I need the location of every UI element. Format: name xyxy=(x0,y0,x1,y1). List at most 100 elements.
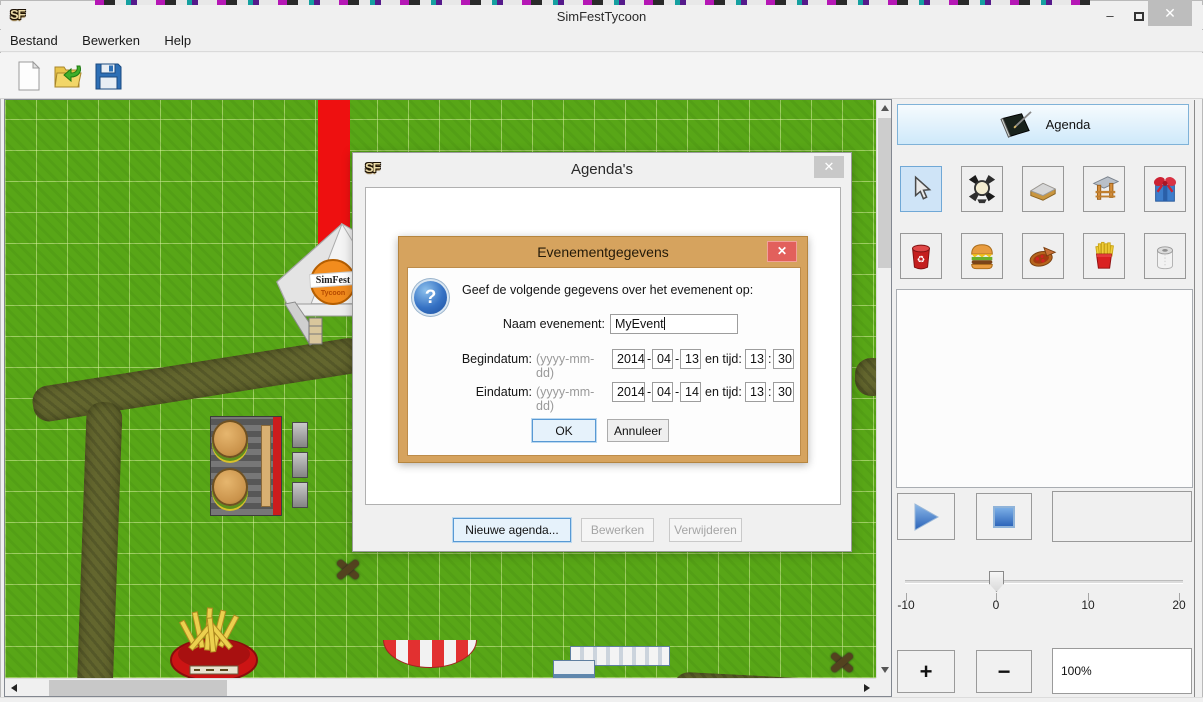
play-button[interactable] xyxy=(897,493,955,540)
time-label: en tijd: xyxy=(705,352,742,366)
agenda-button-label: Agenda xyxy=(1046,117,1091,132)
menu-bewerken[interactable]: Bewerken xyxy=(72,30,150,52)
dirt-path-left xyxy=(75,401,123,678)
cancel-button[interactable]: Annuleer xyxy=(607,419,669,442)
zoom-out-button[interactable]: − xyxy=(976,650,1032,693)
tool-toilet-paper[interactable] xyxy=(1144,233,1186,279)
begin-minute-input[interactable]: 30 xyxy=(773,349,794,369)
begin-hour-input[interactable]: 13 xyxy=(745,349,766,369)
name-label: Naam evenement: xyxy=(408,317,605,331)
scroll-right-icon[interactable] xyxy=(864,684,870,692)
tool-select-cursor[interactable] xyxy=(900,166,942,212)
stage-floor-icon xyxy=(1028,174,1058,204)
svg-text:SimFest: SimFest xyxy=(316,275,351,286)
wooden-cross-marker[interactable] xyxy=(829,649,855,675)
question-icon: ? xyxy=(414,281,447,314)
save-floppy-icon[interactable] xyxy=(92,60,124,92)
spotlight-icon xyxy=(967,174,997,204)
begin-month-input[interactable]: 04 xyxy=(652,349,673,369)
event-prompt: Geef de volgende gegevens over het eveme… xyxy=(462,283,753,297)
burger-roof xyxy=(212,420,248,458)
tool-gift[interactable] xyxy=(1144,166,1186,212)
fries-stand[interactable] xyxy=(168,604,260,678)
date-format-hint: (yyyy-mm-dd) xyxy=(536,352,610,380)
stage-structure-icon xyxy=(1089,174,1119,204)
begin-date-row: Begindatum: (yyyy-mm-dd) 2014 - 04 - 13 … xyxy=(408,349,802,369)
scroll-thumb[interactable] xyxy=(878,118,891,268)
agenda-button[interactable]: Agenda xyxy=(897,104,1189,145)
begin-day-input[interactable]: 13 xyxy=(680,349,701,369)
svg-text:♻: ♻ xyxy=(917,255,925,266)
close-icon[interactable]: ✕ xyxy=(814,156,844,178)
scroll-left-icon[interactable] xyxy=(11,684,17,692)
scroll-up-icon[interactable] xyxy=(881,105,889,111)
new-file-icon[interactable] xyxy=(13,60,45,92)
event-name-input[interactable]: MyEvent xyxy=(610,314,738,334)
window-title: SimFestTycoon xyxy=(0,5,1203,29)
open-folder-icon[interactable] xyxy=(52,60,84,92)
stand-counter-plank xyxy=(261,425,271,507)
tool-spotlight[interactable] xyxy=(961,166,1003,212)
end-year-input[interactable]: 2014 xyxy=(612,382,645,402)
edit-agenda-button[interactable]: Bewerken xyxy=(581,518,654,542)
begin-label: Begindatum: xyxy=(408,352,532,366)
zoom-level-field[interactable]: 100% xyxy=(1052,648,1192,694)
time-separator: : xyxy=(768,385,771,399)
status-bar xyxy=(0,697,1203,702)
play-icon xyxy=(911,502,941,532)
tool-hamburger[interactable] xyxy=(961,233,1003,279)
scroll-thumb[interactable] xyxy=(49,680,227,696)
new-agenda-button[interactable]: Nieuwe agenda... xyxy=(453,518,571,542)
zoom-in-button[interactable]: + xyxy=(897,650,955,693)
agenda-book-icon xyxy=(996,110,1036,140)
delete-agenda-button[interactable]: Verwijderen xyxy=(669,518,742,542)
tool-trash-bin[interactable]: ♻ xyxy=(900,233,942,279)
menu-bestand[interactable]: Bestand xyxy=(0,30,68,52)
slider-label: 10 xyxy=(1068,598,1108,612)
app-window: SF SimFestTycoon – ✕ Bestand Bewerken He… xyxy=(0,0,1203,702)
dirt-path-stub xyxy=(855,358,876,396)
end-minute-input[interactable]: 30 xyxy=(773,382,794,402)
toilet-block[interactable] xyxy=(553,660,595,678)
striped-tent-roof[interactable] xyxy=(383,640,477,668)
time-label: en tijd: xyxy=(705,385,742,399)
begin-year-input[interactable]: 2014 xyxy=(612,349,645,369)
stand-counter-edge xyxy=(273,417,281,515)
tool-fries[interactable] xyxy=(1083,233,1125,279)
tool-pizza[interactable] xyxy=(1022,233,1064,279)
ok-button[interactable]: OK xyxy=(532,419,596,442)
event-name-row: Naam evenement: MyEvent xyxy=(408,314,802,334)
speed-slider-handle[interactable] xyxy=(989,571,1004,592)
bench[interactable] xyxy=(292,422,308,512)
wooden-cross-marker[interactable] xyxy=(335,556,361,582)
agenda-listbox[interactable] xyxy=(896,289,1193,488)
tent-logo: SimFest Tycoon xyxy=(310,260,357,304)
time-separator: : xyxy=(768,352,771,366)
hamburger-icon xyxy=(967,241,997,271)
map-vertical-scrollbar[interactable] xyxy=(876,100,891,678)
playback-status-box xyxy=(1052,491,1192,542)
toolbar xyxy=(0,53,1203,99)
minimize-icon[interactable]: – xyxy=(1097,5,1123,28)
scroll-down-icon[interactable] xyxy=(881,667,889,673)
end-day-input[interactable]: 14 xyxy=(680,382,701,402)
pizza-icon xyxy=(1028,241,1058,271)
fries-icon xyxy=(1089,241,1119,271)
scrollbar-corner xyxy=(876,678,891,696)
tool-stage-floor[interactable] xyxy=(1022,166,1064,212)
stop-button[interactable] xyxy=(976,493,1032,540)
dirt-path-top xyxy=(30,336,367,424)
stop-icon xyxy=(992,505,1016,529)
menu-help[interactable]: Help xyxy=(154,30,201,52)
map-horizontal-scrollbar[interactable] xyxy=(5,678,876,696)
close-icon[interactable]: ✕ xyxy=(1148,0,1192,26)
slider-label: 0 xyxy=(976,598,1016,612)
end-month-input[interactable]: 04 xyxy=(652,382,673,402)
speed-slider-track[interactable] xyxy=(905,580,1183,584)
burger-roof xyxy=(212,468,248,506)
end-hour-input[interactable]: 13 xyxy=(745,382,766,402)
cursor-icon xyxy=(908,175,934,203)
svg-text:Tycoon: Tycoon xyxy=(321,290,345,297)
tool-stage-structure[interactable] xyxy=(1083,166,1125,212)
close-icon[interactable]: ✕ xyxy=(767,241,797,262)
